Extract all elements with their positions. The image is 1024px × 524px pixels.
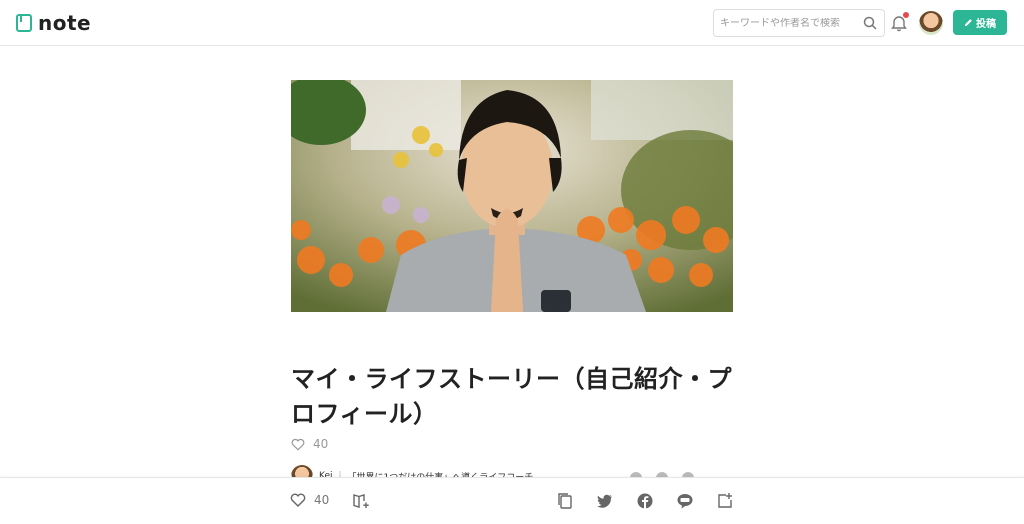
- copy-link-icon[interactable]: [556, 492, 574, 510]
- bottom-like-button[interactable]: 40: [290, 493, 329, 507]
- heart-icon[interactable]: [291, 438, 305, 451]
- twitter-icon[interactable]: [596, 492, 614, 510]
- article-title: マイ・ライフストーリー（自己紹介・プロフィール）: [291, 365, 732, 428]
- bottom-like-count: 40: [314, 493, 330, 507]
- heart-icon[interactable]: [290, 493, 306, 507]
- post-button[interactable]: 投稿: [953, 10, 1007, 35]
- logo-text: note: [38, 11, 92, 35]
- line-icon[interactable]: [676, 492, 694, 510]
- search-icon[interactable]: [862, 15, 878, 31]
- search-input[interactable]: [720, 17, 860, 29]
- top-header: note 投稿: [0, 0, 1024, 46]
- article-header-image: [291, 80, 733, 312]
- pencil-icon: [964, 19, 972, 27]
- article-like[interactable]: 40: [291, 437, 328, 451]
- like-count: 40: [313, 437, 329, 451]
- search-box[interactable]: [713, 9, 885, 37]
- notification-badge: [903, 12, 909, 18]
- magazine-add-icon[interactable]: [352, 492, 370, 510]
- note-logo-icon: [16, 14, 32, 32]
- user-avatar[interactable]: [919, 11, 943, 35]
- note-logo[interactable]: note: [16, 11, 91, 35]
- facebook-icon[interactable]: [636, 492, 654, 510]
- embed-icon[interactable]: [716, 492, 734, 510]
- post-button-label: 投稿: [976, 19, 996, 30]
- bottom-action-bar: 40: [0, 477, 1024, 524]
